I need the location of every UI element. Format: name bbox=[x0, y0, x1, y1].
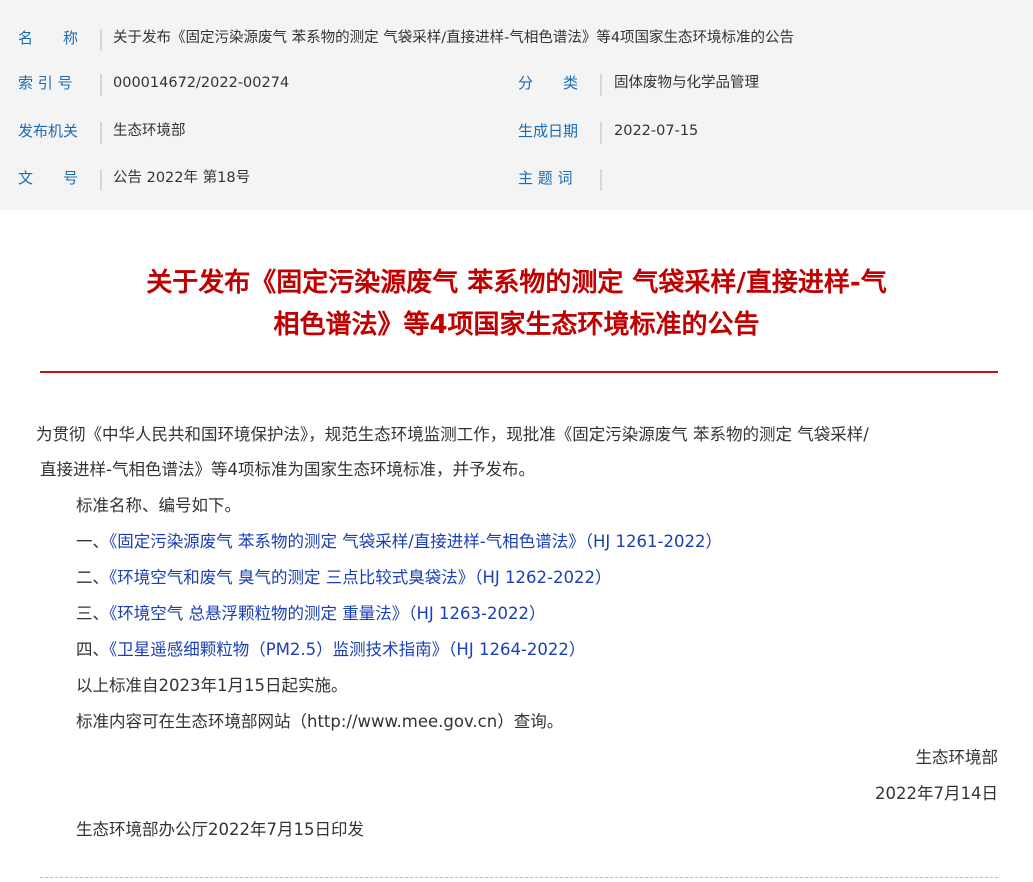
meta-row-docno: 文 号 公告 2022年 第18号 主 题 词 bbox=[0, 158, 1033, 198]
meta-row-name: 名 称 关于发布《固定污染源废气 苯系物的测定 气袋采样/直接进样-气相色谱法》… bbox=[0, 18, 1033, 58]
document-metadata-panel: 名 称 关于发布《固定污染源废气 苯系物的测定 气袋采样/直接进样-气相色谱法》… bbox=[0, 0, 1033, 210]
item-number: 一、 bbox=[76, 532, 109, 551]
category-value: 固体废物与化学品管理 bbox=[614, 75, 759, 91]
issuer-value: 生态环境部 bbox=[113, 123, 186, 139]
name-value: 关于发布《固定污染源废气 苯系物的测定 气袋采样/直接进样-气相色谱法》等4项国… bbox=[113, 30, 795, 46]
index-label: 索 引 号 bbox=[18, 74, 73, 92]
signature-date: 2022年7月14日 bbox=[875, 784, 998, 803]
paragraph: 标准内容可在生态环境部网站（http://www.mee.gov.cn）查询。 bbox=[76, 712, 564, 731]
title-divider bbox=[40, 371, 998, 373]
standard-item: 三、《环境空气 总悬浮颗粒物的测定 重量法》（HJ 1263-2022） bbox=[76, 602, 545, 626]
paragraph-line: 直接进样-气相色谱法》等4项标准为国家生态环境标准，并予发布。 bbox=[40, 460, 535, 479]
divider bbox=[100, 29, 102, 51]
meta-row-issuer: 发布机关 生态环境部 生成日期 2022-07-15 bbox=[0, 111, 1033, 151]
item-number: 四、 bbox=[76, 640, 109, 659]
standard-item: 二、《环境空气和废气 臭气的测定 三点比较式臭袋法》（HJ 1262-2022） bbox=[76, 566, 611, 590]
divider bbox=[600, 122, 602, 144]
article-title-line: 关于发布《固定污染源废气 苯系物的测定 气袋采样/直接进样-气 bbox=[146, 268, 887, 298]
article-title-line: 相色谱法》等4项国家生态环境标准的公告 bbox=[273, 310, 760, 340]
article-title: 关于发布《固定污染源废气 苯系物的测定 气袋采样/直接进样-气 相色谱法》等4项… bbox=[60, 262, 973, 346]
standard-link[interactable]: 《卫星遥感细颗粒物（PM2.5）监测技术指南》（HJ 1264-2022） bbox=[109, 640, 585, 659]
standard-link[interactable]: 《环境空气和废气 臭气的测定 三点比较式臭袋法》（HJ 1262-2022） bbox=[109, 568, 611, 587]
paragraph: 以上标准自2023年1月15日起实施。 bbox=[76, 676, 348, 695]
divider bbox=[600, 169, 602, 191]
item-number: 二、 bbox=[76, 568, 109, 587]
date-value: 2022-07-15 bbox=[614, 123, 699, 139]
standard-item: 四、《卫星遥感细颗粒物（PM2.5）监测技术指南》（HJ 1264-2022） bbox=[76, 638, 585, 662]
paragraph: 标准名称、编号如下。 bbox=[76, 496, 241, 515]
paragraph-line: 为贯彻《中华人民共和国环境保护法》，规范生态环境监测工作，现批准《固定污染源废气… bbox=[36, 425, 869, 444]
divider bbox=[600, 74, 602, 96]
issuer-label: 发布机关 bbox=[18, 122, 79, 140]
meta-row-index: 索 引 号 000014672/2022-00274 分 类 固体废物与化学品管… bbox=[0, 63, 1033, 103]
footer-divider bbox=[40, 877, 998, 878]
subject-label: 主 题 词 bbox=[518, 169, 573, 187]
date-label: 生成日期 bbox=[518, 122, 579, 140]
name-label: 名 称 bbox=[18, 29, 79, 47]
signature-org: 生态环境部 bbox=[915, 748, 999, 767]
divider bbox=[100, 74, 102, 96]
standard-link[interactable]: 《固定污染源废气 苯系物的测定 气袋采样/直接进样-气相色谱法》（HJ 1261… bbox=[109, 532, 722, 551]
docno-value: 公告 2022年 第18号 bbox=[113, 170, 251, 186]
divider bbox=[100, 122, 102, 144]
print-note: 生态环境部办公厅2022年7月15日印发 bbox=[76, 820, 364, 839]
index-value: 000014672/2022-00274 bbox=[113, 75, 290, 91]
standard-item: 一、《固定污染源废气 苯系物的测定 气袋采样/直接进样-气相色谱法》（HJ 12… bbox=[76, 530, 722, 554]
divider bbox=[100, 169, 102, 191]
category-label: 分 类 bbox=[518, 74, 579, 92]
standard-link[interactable]: 《环境空气 总悬浮颗粒物的测定 重量法》（HJ 1263-2022） bbox=[109, 604, 545, 623]
item-number: 三、 bbox=[76, 604, 109, 623]
docno-label: 文 号 bbox=[18, 169, 79, 187]
